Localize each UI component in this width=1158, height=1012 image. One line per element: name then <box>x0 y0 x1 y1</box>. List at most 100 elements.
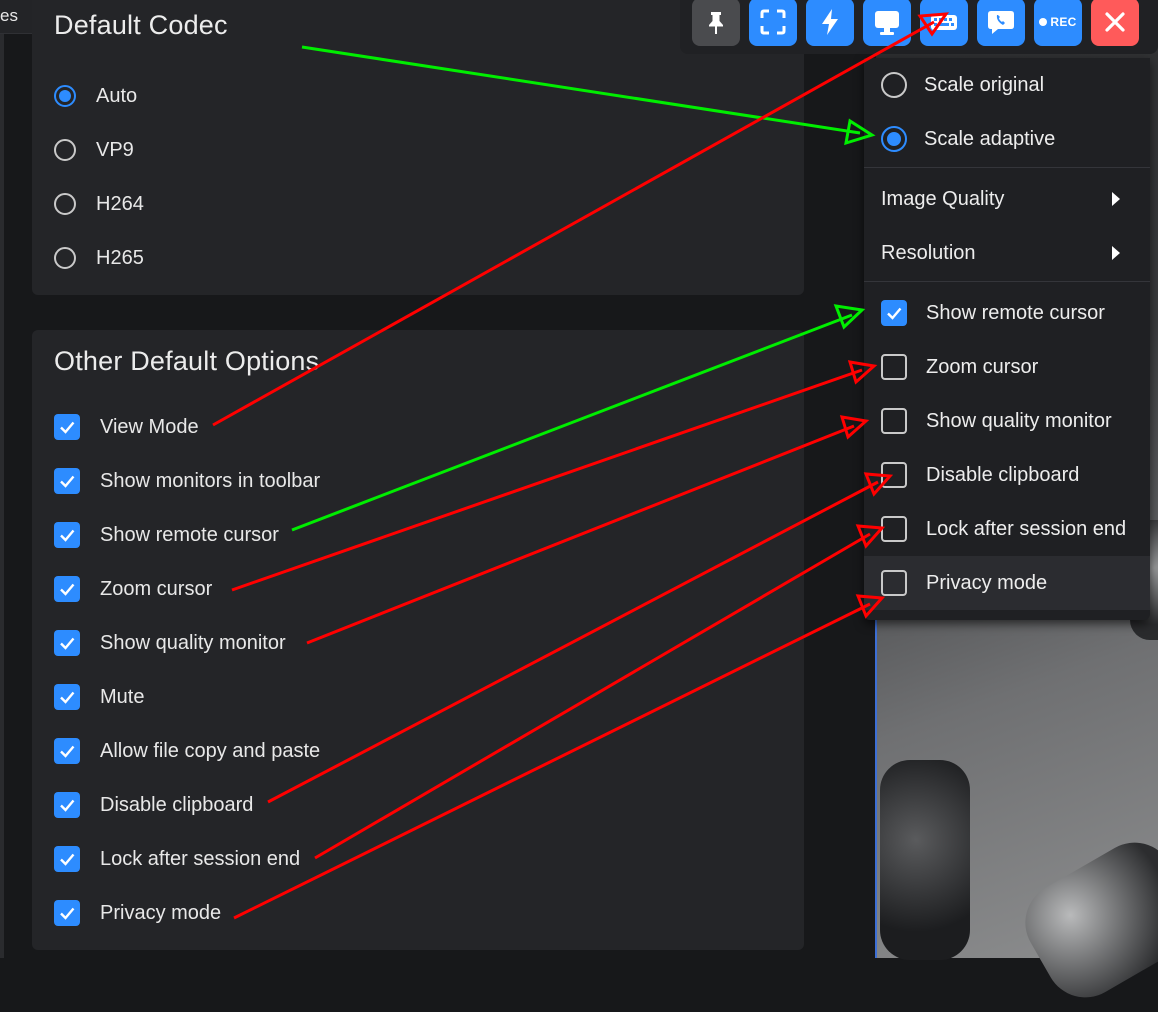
fullscreen-icon <box>760 9 786 35</box>
menu-divider <box>864 167 1150 168</box>
codec-option-label: Auto <box>96 84 138 107</box>
option-show-quality-monitor[interactable]: Show quality monitor <box>54 625 286 661</box>
checkbox-icon[interactable] <box>881 462 907 488</box>
menu-item-label: Lock after session end <box>926 517 1127 540</box>
codec-option-h264[interactable]: H264 <box>54 186 144 222</box>
menu-item-label: Scale original <box>924 73 1045 96</box>
close-session-button[interactable] <box>1091 0 1139 46</box>
checkbox-icon[interactable] <box>881 354 907 380</box>
menu-item-scale-original[interactable]: Scale original <box>864 58 1150 112</box>
record-icon <box>1039 18 1048 26</box>
radio-icon[interactable] <box>54 193 76 215</box>
menu-item-zoom-cursor[interactable]: Zoom cursor <box>864 340 1150 394</box>
checkbox-icon[interactable] <box>881 408 907 434</box>
submenu-arrow-icon <box>1112 192 1120 206</box>
menu-item-label: Zoom cursor <box>926 355 1039 378</box>
checkbox-checked-icon[interactable] <box>54 684 80 710</box>
lightning-icon <box>822 9 838 35</box>
keyboard-button[interactable] <box>920 0 968 46</box>
menu-item-disable-clipboard[interactable]: Disable clipboard <box>864 448 1150 502</box>
actions-button[interactable] <box>806 0 854 46</box>
menu-item-privacy-mode[interactable]: Privacy mode <box>864 556 1150 610</box>
menu-item-label: Scale adaptive <box>924 127 1056 150</box>
keyboard-icon <box>931 15 957 30</box>
option-lock-after-session-end[interactable]: Lock after session end <box>54 841 300 877</box>
checkbox-checked-icon[interactable] <box>54 846 80 872</box>
pin-toolbar-button[interactable] <box>692 0 740 46</box>
radio-selected-icon[interactable] <box>54 85 76 107</box>
option-label: Allow file copy and paste <box>100 739 321 762</box>
codec-option-label: H265 <box>96 246 144 269</box>
option-label: Zoom cursor <box>100 577 213 600</box>
option-show-remote-cursor[interactable]: Show remote cursor <box>54 517 279 553</box>
menu-item-label: Disable clipboard <box>926 463 1080 486</box>
option-label: Disable clipboard <box>100 793 254 816</box>
option-label: Show remote cursor <box>100 523 279 546</box>
menu-item-lock-after-session-end[interactable]: Lock after session end <box>864 502 1150 556</box>
submenu-arrow-icon <box>1112 246 1120 260</box>
radio-selected-icon[interactable] <box>881 126 907 152</box>
option-allow-file-copy-paste[interactable]: Allow file copy and paste <box>54 733 320 769</box>
window-edge <box>0 0 4 958</box>
checkbox-checked-icon[interactable] <box>54 414 80 440</box>
menu-item-label: Show remote cursor <box>926 301 1105 324</box>
checkbox-checked-icon[interactable] <box>54 738 80 764</box>
other-default-options-title: Other Default Options <box>54 346 320 376</box>
option-mute[interactable]: Mute <box>54 679 144 715</box>
checkbox-checked-icon[interactable] <box>54 630 80 656</box>
codec-option-label: VP9 <box>96 138 134 161</box>
chat-button[interactable] <box>977 0 1025 46</box>
option-label: Show monitors in toolbar <box>100 469 321 492</box>
checkbox-checked-icon[interactable] <box>54 522 80 548</box>
option-show-monitors-in-toolbar[interactable]: Show monitors in toolbar <box>54 463 320 499</box>
display-menu: Scale original Scale adaptive Image Qual… <box>864 58 1150 620</box>
menu-item-image-quality[interactable]: Image Quality <box>864 172 1150 226</box>
display-button[interactable] <box>863 0 911 46</box>
monitor-icon <box>875 11 899 35</box>
close-icon <box>1105 12 1125 32</box>
menu-divider <box>864 281 1150 282</box>
menu-item-label: Image Quality <box>881 187 1005 210</box>
option-disable-clipboard[interactable]: Disable clipboard <box>54 787 253 823</box>
checkbox-checked-icon[interactable] <box>54 468 80 494</box>
option-privacy-mode[interactable]: Privacy mode <box>54 895 221 931</box>
option-label: Lock after session end <box>100 847 301 870</box>
checkbox-icon[interactable] <box>881 570 907 596</box>
radio-icon[interactable] <box>54 247 76 269</box>
option-zoom-cursor[interactable]: Zoom cursor <box>54 571 212 607</box>
option-label: Show quality monitor <box>100 631 286 654</box>
checkbox-checked-icon[interactable] <box>54 576 80 602</box>
session-toolbar: REC <box>680 0 1158 54</box>
menu-item-label: Show quality monitor <box>926 409 1112 432</box>
chat-icon <box>988 11 1014 34</box>
radio-icon[interactable] <box>881 72 907 98</box>
option-label: Mute <box>100 685 145 708</box>
menu-item-scale-adaptive[interactable]: Scale adaptive <box>864 112 1150 166</box>
checkbox-checked-icon[interactable] <box>881 300 907 326</box>
radio-icon[interactable] <box>54 139 76 161</box>
menu-item-resolution[interactable]: Resolution <box>864 226 1150 280</box>
remote-view-border <box>875 610 877 958</box>
codec-option-h265[interactable]: H265 <box>54 240 144 276</box>
record-label: REC <box>1050 15 1077 29</box>
menu-item-label: Resolution <box>881 241 976 264</box>
settings-panel: es Default Codec Auto VP9 H264 H265 Othe… <box>0 0 876 958</box>
fullscreen-button[interactable] <box>749 0 797 46</box>
codec-option-auto[interactable]: Auto <box>54 78 137 114</box>
codec-option-label: H264 <box>96 192 144 215</box>
remote-image-object <box>880 760 970 960</box>
menu-item-label: Privacy mode <box>926 571 1048 594</box>
option-label: Privacy mode <box>100 901 222 924</box>
partial-tab-label: es <box>0 6 18 25</box>
default-codec-title: Default Codec <box>54 10 228 40</box>
menu-item-show-remote-cursor[interactable]: Show remote cursor <box>864 286 1150 340</box>
codec-option-vp9[interactable]: VP9 <box>54 132 134 168</box>
checkbox-checked-icon[interactable] <box>54 900 80 926</box>
pin-icon <box>709 12 723 34</box>
checkbox-checked-icon[interactable] <box>54 792 80 818</box>
checkbox-icon[interactable] <box>881 516 907 542</box>
option-view-mode[interactable]: View Mode <box>54 409 199 445</box>
other-default-options-card: Other Default Options View Mode Show mon… <box>32 330 804 950</box>
menu-item-show-quality-monitor[interactable]: Show quality monitor <box>864 394 1150 448</box>
record-button[interactable]: REC <box>1034 0 1082 46</box>
